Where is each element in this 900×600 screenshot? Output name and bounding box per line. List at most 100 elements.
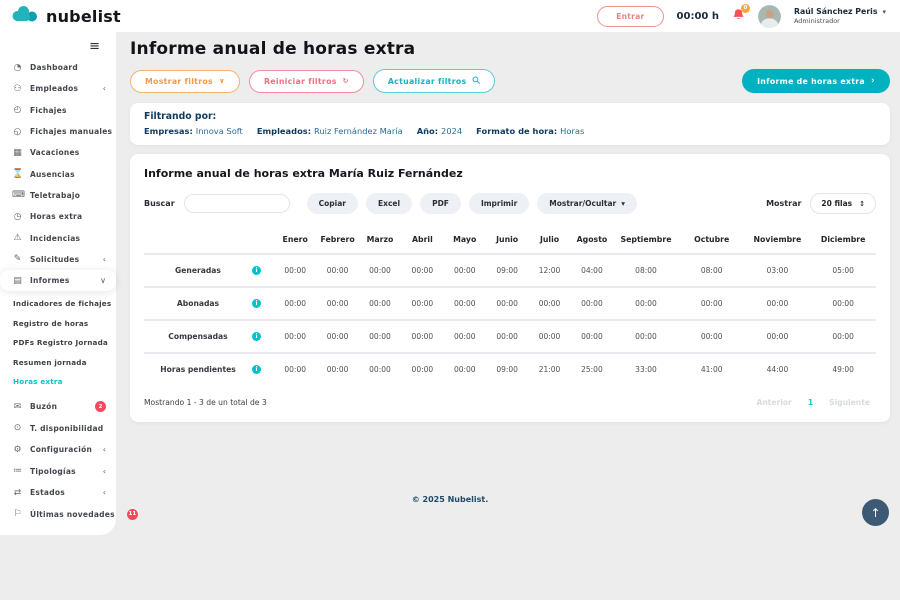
caret-down-icon: ▾ xyxy=(882,8,886,16)
cell-value: 00:00 xyxy=(274,299,316,308)
sidebar-item[interactable]: ⚠ Incidencias xyxy=(0,227,116,248)
sidebar-item[interactable]: ⊙ T. disponibilidad xyxy=(0,417,116,439)
sidebar-item[interactable]: ▤ Informes ∨ xyxy=(0,270,116,291)
report-table-body: Generadas i 00:00 00:00 00:00 00:00 00:0… xyxy=(144,253,876,385)
sidebar-item[interactable]: ⇄ Estados ‹ xyxy=(0,482,116,504)
sidebar-subitem[interactable]: PDFs Registro Jornada xyxy=(0,333,116,353)
rows-per-page-label: Mostrar xyxy=(766,199,801,208)
settings-gear-icon: ⚙ xyxy=(12,445,23,455)
caret-down-icon: ▾ xyxy=(621,199,625,208)
column-header: Abril xyxy=(401,235,443,244)
export-button[interactable]: Copiar xyxy=(307,193,358,214)
active-filter: Empresas:Innova Soft xyxy=(144,126,243,136)
update-filters-button[interactable]: Actualizar filtros xyxy=(373,69,496,93)
column-header: Febrero xyxy=(316,235,358,244)
clock-in-icon: ◴ xyxy=(12,105,23,115)
cell-value: 08:00 xyxy=(679,266,745,275)
sidebar-item[interactable]: ⌛ Ausencias xyxy=(0,163,116,184)
pagination-page-1[interactable]: 1 xyxy=(808,398,813,407)
hamburger-menu-icon[interactable]: ≡ xyxy=(0,40,116,53)
export-button[interactable]: Excel xyxy=(366,193,412,214)
scroll-to-top-button[interactable]: ↑ xyxy=(862,499,889,526)
active-filter: Formato de hora:Horas xyxy=(476,126,584,136)
column-header: Septiembre xyxy=(613,235,679,244)
sidebar-item[interactable]: ⚇ Empleados ‹ xyxy=(0,78,116,99)
show-filters-button[interactable]: Mostrar filtros ∨ xyxy=(130,70,240,93)
info-icon[interactable]: i xyxy=(252,365,261,374)
row-label: Abonadas xyxy=(144,299,252,308)
sidebar-item[interactable]: ⌨ Teletrabajo xyxy=(0,185,116,206)
column-header: Junio xyxy=(486,235,528,244)
sidebar-item-label: Ausencias xyxy=(30,170,75,179)
topbar-right: Entrar 00:00 h 0 Raúl Sánchez Peris ▾ xyxy=(597,5,886,28)
requests-pencil-icon: ✎ xyxy=(12,254,23,264)
news-megaphone-icon: ⚐ xyxy=(12,509,23,519)
sidebar-item-label: Fichajes xyxy=(30,106,67,115)
sidebar-item[interactable]: ≔ Tipologías ‹ xyxy=(0,460,116,482)
sidebar-item[interactable]: ◴ Fichajes xyxy=(0,100,116,121)
up-down-icon: ↕ xyxy=(859,200,865,208)
cell-value: 08:00 xyxy=(613,266,679,275)
chevron-right-icon: › xyxy=(871,76,875,86)
user-name: Raúl Sánchez Peris xyxy=(794,7,878,16)
rows-per-page-select[interactable]: 20 filas ↕ xyxy=(810,193,876,214)
sidebar-nav-secondary: ✉ Buzón 2 ⊙ T. disponibilidad ⚙ Configur… xyxy=(0,396,116,525)
sidebar-item[interactable]: ⚙ Configuración ‹ xyxy=(0,439,116,461)
sidebar-nav-main: ◔ Dashboard ⚇ Empleados ‹ ◴ Fichajes ◵ xyxy=(0,57,116,291)
report-table: Enero Febrero Marzo Abril Mayo Junio Jul… xyxy=(144,229,876,407)
brand-name: nubelist xyxy=(46,7,121,26)
sidebar-subitem[interactable]: Resumen jornada xyxy=(0,353,116,373)
filter-value: Ruiz Fernández María xyxy=(314,126,403,136)
main-content: Informe anual de horas extra Mostrar fil… xyxy=(130,32,890,422)
sidebar-subitem[interactable]: Registro de horas xyxy=(0,314,116,334)
info-icon[interactable]: i xyxy=(252,299,261,308)
brand-logo[interactable]: nubelist xyxy=(10,5,121,27)
sidebar-item-label: Tipologías xyxy=(30,467,76,476)
sidebar-item[interactable]: ◔ Dashboard xyxy=(0,57,116,78)
filter-value: Innova Soft xyxy=(196,126,243,136)
sidebar-item[interactable]: ✉ Buzón 2 xyxy=(0,396,116,418)
sidebar: ≡ ◔ Dashboard ⚇ Empleados ‹ ◴ Fichajes xyxy=(0,32,116,535)
reset-filters-button[interactable]: Reiniciar filtros ↻ xyxy=(249,70,364,93)
sidebar-item[interactable]: ◷ Horas extra xyxy=(0,206,116,227)
notifications-bell[interactable]: 0 xyxy=(732,8,745,24)
vacations-calendar-icon: ▦ xyxy=(12,148,23,158)
pagination-next[interactable]: Siguiente xyxy=(829,398,870,407)
cell-value: 00:00 xyxy=(810,299,876,308)
filter-value: 2024 xyxy=(441,126,462,136)
cell-value: 00:00 xyxy=(359,299,401,308)
chevron-icon: ‹ xyxy=(103,84,106,93)
typologies-list-icon: ≔ xyxy=(12,466,23,476)
sidebar-item-label: Estados xyxy=(30,488,65,497)
cell-value: 04:00 xyxy=(571,266,613,275)
pagination-previous[interactable]: Anterior xyxy=(756,398,791,407)
sidebar-item[interactable]: ✎ Solicitudes ‹ xyxy=(0,249,116,270)
sidebar-informes-submenu: Indicadores de fichajes Registro de hora… xyxy=(0,291,116,396)
dashboard-icon: ◔ xyxy=(12,63,23,73)
search-input[interactable] xyxy=(184,194,290,213)
cell-value: 00:00 xyxy=(444,332,486,341)
active-filters-panel: Filtrando por: Empresas:Innova Soft Empl… xyxy=(130,103,890,145)
export-button[interactable]: Imprimir xyxy=(469,193,529,214)
cell-value: 33:00 xyxy=(613,365,679,374)
sidebar-item[interactable]: ▦ Vacaciones xyxy=(0,142,116,163)
toggle-columns-button[interactable]: Mostrar/Ocultar ▾ xyxy=(537,193,637,214)
clock-in-button[interactable]: Entrar xyxy=(597,6,663,27)
rows-per-page-wrap: Mostrar 20 filas ↕ xyxy=(766,193,876,214)
table-header-row: Enero Febrero Marzo Abril Mayo Junio Jul… xyxy=(144,229,876,253)
sidebar-subitem[interactable]: Indicadores de fichajes xyxy=(0,294,116,314)
user-avatar[interactable] xyxy=(758,5,781,28)
cell-value: 00:00 xyxy=(444,299,486,308)
info-icon[interactable]: i xyxy=(252,266,261,275)
filter-value: Horas xyxy=(560,126,584,136)
info-icon[interactable]: i xyxy=(252,332,261,341)
cell-value: 00:00 xyxy=(401,266,443,275)
export-button[interactable]: PDF xyxy=(420,193,461,214)
sidebar-subitem[interactable]: Horas extra xyxy=(0,372,116,392)
sidebar-item[interactable]: ⚐ Últimas novedades 11 xyxy=(0,503,116,525)
table-row: Compensadas i 00:00 00:00 00:00 00:00 00… xyxy=(144,319,876,352)
overtime-report-button[interactable]: Informe de horas extra › xyxy=(742,69,890,93)
sidebar-item-label: Vacaciones xyxy=(30,148,80,157)
user-menu[interactable]: Raúl Sánchez Peris ▾ Administrador xyxy=(794,7,886,25)
sidebar-item[interactable]: ◵ Fichajes manuales xyxy=(0,121,116,142)
